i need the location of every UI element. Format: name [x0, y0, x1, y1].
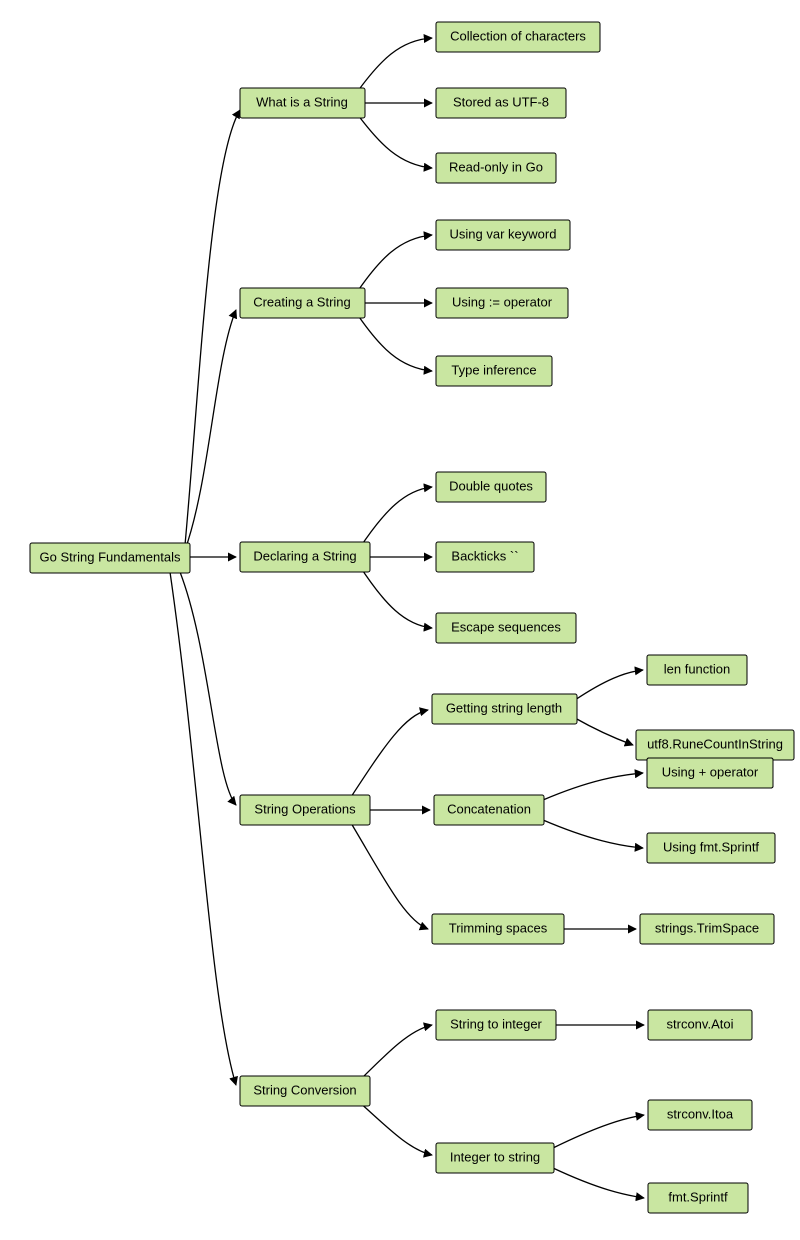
node-b5c1-label: String to integer [450, 1016, 542, 1031]
edge-b2-c1 [355, 235, 432, 295]
edge-root-b2 [185, 310, 236, 550]
node-b3-label: Declaring a String [253, 548, 356, 563]
node-root-label: Go String Fundamentals [40, 549, 181, 564]
node-b2: Creating a String [240, 288, 365, 318]
node-b1c3-label: Read-only in Go [449, 159, 543, 174]
edge-b1-c3 [355, 111, 432, 168]
node-b1-label: What is a String [256, 94, 348, 109]
node-b1c1-label: Collection of characters [450, 28, 586, 43]
node-b1c2-label: Stored as UTF-8 [453, 94, 549, 109]
node-b2c3: Type inference [436, 356, 552, 386]
node-b4c1g1-label: len function [664, 661, 731, 676]
node-b3c2: Backticks `` [436, 542, 534, 572]
node-b1: What is a String [240, 88, 365, 118]
edge-b4-c1 [351, 710, 428, 797]
node-b5-label: String Conversion [253, 1082, 356, 1097]
edge-b4c2-g1 [543, 773, 643, 800]
edge-b4-c3 [351, 823, 428, 929]
node-b3c3-label: Escape sequences [451, 619, 561, 634]
edge-root-b1 [185, 110, 240, 545]
node-root: Go String Fundamentals [30, 543, 190, 573]
node-b3c1: Double quotes [436, 472, 546, 502]
edge-b2-c3 [355, 311, 432, 371]
node-b4c2-label: Concatenation [447, 801, 531, 816]
node-b5c2g2-label: fmt.Sprintf [668, 1189, 728, 1204]
node-b3: Declaring a String [240, 542, 370, 572]
node-b4c2g1: Using + operator [647, 758, 773, 788]
node-b1c3: Read-only in Go [436, 153, 556, 183]
node-b5c1g1: strconv.Atoi [648, 1010, 752, 1040]
node-b4c1-label: Getting string length [446, 700, 562, 715]
node-b4c2g2-label: Using fmt.Sprintf [663, 839, 759, 854]
edge-b4c1-g1 [575, 670, 643, 700]
node-b5c1g1-label: strconv.Atoi [667, 1016, 734, 1031]
node-b4c1g2-label: utf8.RuneCountInString [647, 736, 783, 751]
node-b4c1g1: len function [647, 655, 747, 685]
node-b5c1: String to integer [436, 1010, 556, 1040]
node-b1c2: Stored as UTF-8 [436, 88, 566, 118]
edge-b5c2-g2 [553, 1168, 644, 1198]
node-b5c2-label: Integer to string [450, 1149, 540, 1164]
edge-b3-c3 [359, 565, 432, 628]
node-b2c2-label: Using := operator [452, 294, 553, 309]
node-b5c2g1-label: strconv.Itoa [667, 1106, 734, 1121]
node-b5c2g2: fmt.Sprintf [648, 1183, 748, 1213]
node-b5c2: Integer to string [436, 1143, 554, 1173]
edge-root-b5 [170, 572, 236, 1085]
edge-b4c2-g2 [543, 820, 643, 848]
node-b3c2-label: Backticks `` [451, 548, 518, 563]
node-b4c3g1-label: strings.TrimSpace [655, 920, 759, 935]
node-b4c2g2: Using fmt.Sprintf [647, 833, 775, 863]
node-b3c3: Escape sequences [436, 613, 576, 643]
node-b4-label: String Operations [254, 801, 356, 816]
edge-b5c2-g1 [553, 1115, 644, 1148]
edge-b3-c1 [359, 487, 432, 549]
node-b1c1: Collection of characters [436, 22, 600, 52]
edge-b4c1-g2 [575, 718, 633, 745]
edge-b1-c1 [355, 38, 432, 95]
node-b4c2g1-label: Using + operator [662, 764, 759, 779]
node-b4c1g2: utf8.RuneCountInString [636, 730, 794, 760]
node-b4c3: Trimming spaces [432, 914, 564, 944]
node-b2c1-label: Using var keyword [450, 226, 557, 241]
node-b5: String Conversion [240, 1076, 370, 1106]
node-b4: String Operations [240, 795, 370, 825]
node-b2c2: Using := operator [436, 288, 568, 318]
node-b4c2: Concatenation [434, 795, 544, 825]
node-b2-label: Creating a String [253, 294, 351, 309]
edge-b5-c2 [357, 1100, 432, 1155]
node-b5c2g1: strconv.Itoa [648, 1100, 752, 1130]
node-b4c1: Getting string length [432, 694, 577, 724]
edge-b5-c1 [357, 1025, 432, 1083]
node-b4c3-label: Trimming spaces [449, 920, 548, 935]
node-b2c3-label: Type inference [451, 362, 536, 377]
node-b4c3g1: strings.TrimSpace [640, 914, 774, 944]
node-b2c1: Using var keyword [436, 220, 570, 250]
edge-root-b4 [180, 572, 236, 805]
node-b3c1-label: Double quotes [449, 478, 533, 493]
